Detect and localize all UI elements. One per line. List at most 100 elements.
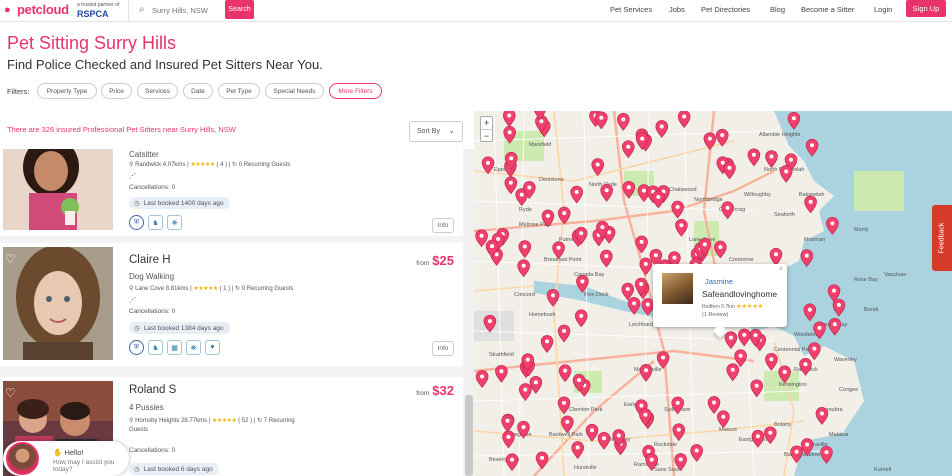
- map-place-label: Marsfield: [529, 142, 551, 148]
- nav-blog[interactable]: Blog: [770, 0, 785, 18]
- nav-jobs[interactable]: Jobs: [669, 0, 685, 18]
- map-pin-dot: [784, 169, 789, 174]
- nav-pet-services[interactable]: Pet Services: [610, 0, 652, 18]
- map-pin-dot: [646, 449, 651, 454]
- map-pin-dot: [769, 154, 774, 159]
- map-popup[interactable]: Jasmine Safeandlovinghome Redfern 0.7km …: [653, 264, 787, 339]
- sitter-name[interactable]: Claire H: [129, 254, 171, 266]
- map-pin-dot: [508, 180, 513, 185]
- nav-become-a-sitter[interactable]: Become a Sitter: [801, 0, 854, 18]
- map-pin-dot: [519, 192, 524, 197]
- map-pin-dot: [545, 339, 550, 344]
- listing-scrollbar-thumb[interactable]: [465, 395, 473, 476]
- sitter-name[interactable]: Roland S: [129, 384, 176, 396]
- sitter-meta: ⚲ Lane Cove 8.81kms | ★★★★★ ( 1 ) | ↻ 0 …: [129, 286, 294, 292]
- map-pin-dot: [562, 211, 567, 216]
- map-place-label: Malabar: [829, 432, 849, 438]
- last-booked-text: Last booked 1400 days ago: [143, 199, 224, 207]
- map-place-label: Clemton Park: [569, 407, 603, 413]
- map-pin-dot: [599, 115, 604, 120]
- filter-services[interactable]: Services: [137, 83, 178, 99]
- filter-date[interactable]: Date: [183, 83, 213, 99]
- map-place-label: Cremorne: [729, 257, 753, 263]
- map-pin-dot: [742, 332, 747, 337]
- map-pin-dot: [486, 160, 491, 165]
- sitter-photo[interactable]: [3, 149, 113, 230]
- zoom-out-button[interactable]: −: [481, 129, 492, 141]
- map-pin-dot: [659, 124, 664, 129]
- map-pin-dot: [803, 362, 808, 367]
- info-button[interactable]: Info: [432, 218, 454, 233]
- filter-pet-type[interactable]: Pet Type: [218, 83, 260, 99]
- map-pin-dot: [510, 457, 515, 462]
- map-pin-dot: [817, 325, 822, 330]
- search-icon: ⌕: [139, 4, 145, 15]
- map-pin-dot: [545, 213, 550, 218]
- map-pin-dot: [788, 157, 793, 162]
- dog-walking-badge-icon[interactable]: ♞: [148, 215, 163, 230]
- sign-up-button[interactable]: Sign Up: [906, 0, 946, 17]
- map-place-label: Sans Souci: [654, 467, 682, 473]
- popup-stars: ★★★★★: [736, 304, 764, 310]
- clock-icon: ◷: [134, 325, 140, 332]
- map-pin-dot: [728, 335, 733, 340]
- more-filters-button[interactable]: More Filters: [329, 83, 382, 99]
- chat-widget[interactable]: ✋ Hello! How may I assist you today?: [3, 441, 129, 476]
- filter-property-type[interactable]: Property Type: [37, 83, 97, 99]
- map-pin-dot: [768, 430, 773, 435]
- map-pin-dot: [625, 287, 630, 292]
- map-place-label: Vaucluse: [884, 272, 906, 278]
- popup-distance: Redfern 0.7km: [702, 304, 735, 310]
- map-pin-dot: [616, 433, 621, 438]
- search-button[interactable]: Search: [225, 0, 254, 19]
- dog-walking-badge-icon[interactable]: ♞: [148, 340, 163, 355]
- sort-by-dropdown[interactable]: Sort By ⌄: [409, 121, 463, 142]
- info-button[interactable]: Info: [432, 341, 454, 356]
- sitter-location: Lane Cove 8.81kms: [135, 286, 189, 292]
- map-pin-dot: [832, 288, 837, 293]
- map-pin-dot: [604, 188, 609, 193]
- chat-hello: ✋ Hello!: [53, 448, 84, 457]
- map-pin-dot: [621, 117, 626, 122]
- nav-pet-directories[interactable]: Pet Directories: [701, 0, 750, 18]
- zoom-in-button[interactable]: +: [481, 117, 492, 129]
- map-pin-dot: [725, 205, 730, 210]
- sitter-card[interactable]: ♡ Claire H Dog Walking ⚲ Lane Cove 8.81k…: [0, 243, 463, 366]
- pet-care-badge-icon[interactable]: ❋: [186, 340, 201, 355]
- favourite-heart-icon[interactable]: ♡: [5, 386, 16, 400]
- filter-special-needs[interactable]: Special Needs: [265, 83, 324, 99]
- share-icon[interactable]: ⋰: [129, 172, 136, 180]
- map-pin-dot: [751, 152, 756, 157]
- favourite-heart-icon[interactable]: ♡: [5, 252, 16, 266]
- police-check-badge-icon[interactable]: ⛨: [129, 215, 144, 230]
- map-place-label: Five Dock: [584, 292, 609, 298]
- map-place-label: Manly: [854, 227, 869, 233]
- pet-boarding-badge-icon[interactable]: ▦: [167, 340, 182, 355]
- feedback-tab[interactable]: Feedback: [932, 205, 952, 271]
- pet-care-badge-icon[interactable]: ❋: [167, 215, 182, 230]
- page-title: Pet Sitting Surry Hills: [7, 33, 177, 53]
- nav-login[interactable]: Login: [874, 0, 892, 18]
- sitter-photo[interactable]: [3, 247, 113, 360]
- petcloud-logo[interactable]: ● petcloud: [4, 2, 69, 17]
- filter-price[interactable]: Price: [101, 83, 132, 99]
- popup-close-icon[interactable]: ×: [779, 266, 783, 273]
- map-place-label: Willoughby: [744, 192, 771, 198]
- location-search-input[interactable]: [152, 2, 224, 18]
- map-pin-dot: [805, 442, 810, 447]
- map-pin-dot: [521, 425, 526, 430]
- cancellations: Cancellations: 0: [129, 308, 176, 315]
- header-divider: [128, 0, 129, 22]
- sitter-listing-panel[interactable]: Catsitter ⚲ Randwick 4.07kms | ★★★★★ ( 4…: [0, 149, 474, 476]
- map-place-label: Hurstville: [574, 465, 597, 471]
- cat-badge-icon[interactable]: ♥: [205, 340, 220, 355]
- popup-sitter-photo[interactable]: [662, 273, 693, 304]
- popup-sitter-name[interactable]: Jasmine: [705, 277, 733, 286]
- map-pin-dot: [794, 449, 799, 454]
- sitter-card[interactable]: Catsitter ⚲ Randwick 4.07kms | ★★★★★ ( 4…: [0, 149, 463, 236]
- map-pin-dot: [812, 346, 817, 351]
- map-pin-dot: [479, 233, 484, 238]
- map-pin-dot: [810, 143, 815, 148]
- police-check-badge-icon[interactable]: ⛨: [129, 340, 144, 355]
- share-icon[interactable]: ⋰: [129, 296, 136, 304]
